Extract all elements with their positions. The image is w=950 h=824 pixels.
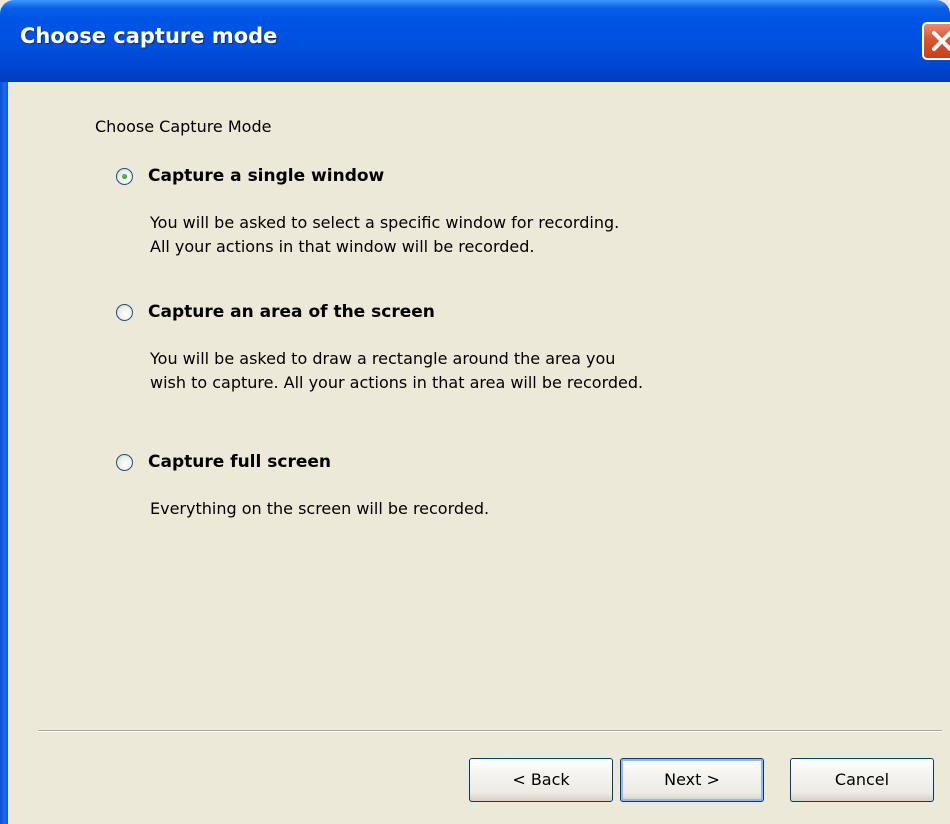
option-description: You will be asked to select a specific w… [150, 211, 619, 259]
radio-button[interactable] [116, 454, 133, 471]
option-description: You will be asked to draw a rectangle ar… [150, 347, 643, 395]
dialog-content: Choose Capture Mode Capture a single win… [8, 82, 950, 824]
radio-dot [122, 174, 127, 179]
radio-button[interactable] [116, 304, 133, 321]
description-line: You will be asked to select a specific w… [150, 213, 620, 232]
next-button[interactable]: Next > [620, 758, 764, 802]
cancel-button[interactable]: Cancel [790, 758, 934, 802]
description-line: You will be asked to draw a rectangle ar… [150, 349, 616, 368]
radio-label[interactable]: Capture a single window [148, 166, 384, 186]
radio-label[interactable]: Capture an area of the screen [148, 302, 435, 322]
radio-label[interactable]: Capture full screen [148, 452, 331, 472]
option-description: Everything on the screen will be recorde… [150, 497, 489, 521]
back-button[interactable]: < Back [469, 758, 613, 802]
title-bar[interactable]: Choose capture mode [0, 0, 950, 82]
radio-button-selected[interactable] [116, 168, 133, 185]
close-button[interactable] [922, 22, 950, 60]
description-line: wish to capture. All your actions in tha… [150, 373, 644, 392]
page-heading: Choose Capture Mode [95, 117, 272, 136]
dialog-window: Choose capture mode Choose Capture Mode … [0, 0, 950, 824]
window-title: Choose capture mode [20, 24, 278, 48]
description-line: All your actions in that window will be … [150, 237, 535, 256]
window-frame-left [0, 82, 8, 824]
description-line: Everything on the screen will be recorde… [150, 499, 490, 518]
footer-separator [38, 730, 942, 732]
